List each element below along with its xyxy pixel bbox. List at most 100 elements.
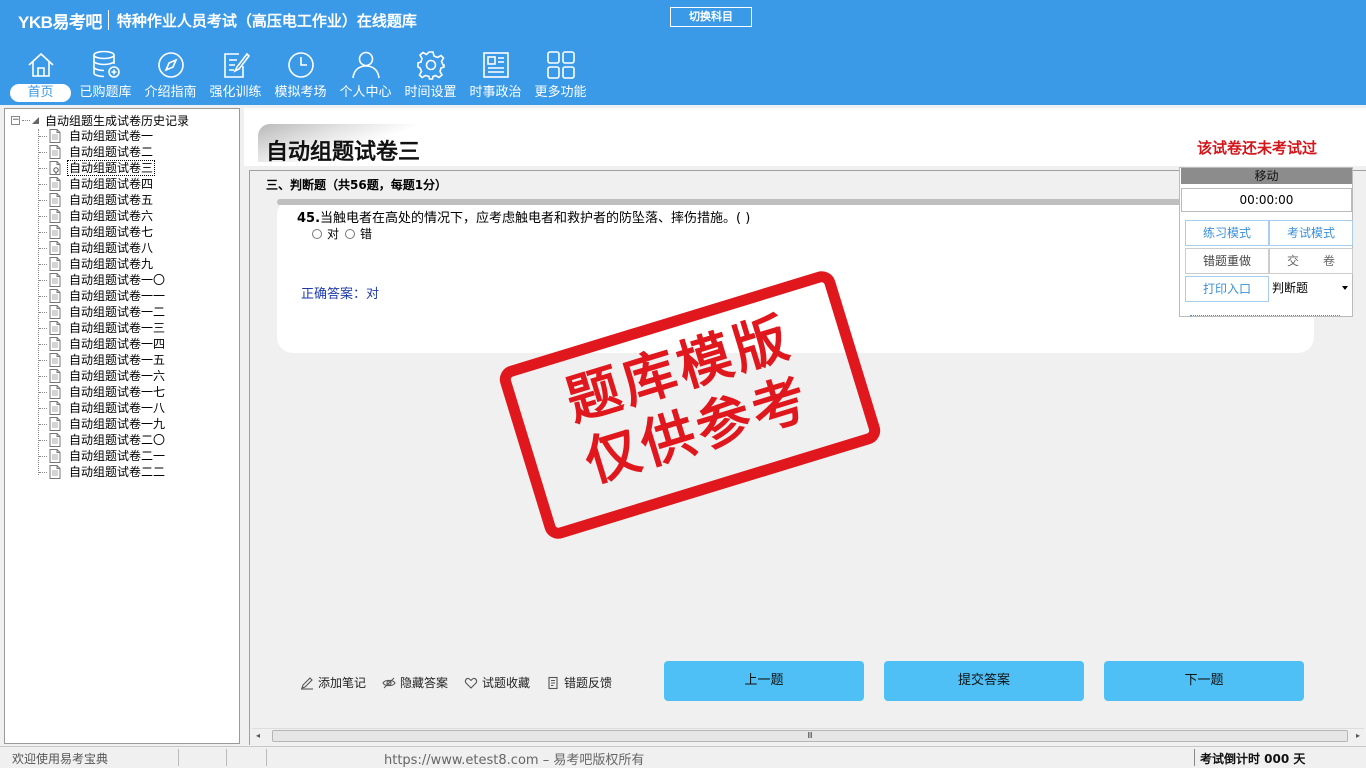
tree-connector xyxy=(39,183,47,185)
prev-question-button[interactable]: 上一题 xyxy=(664,661,864,701)
nav-time-settings-label: 时间设置 xyxy=(404,85,457,100)
tree-item[interactable]: 自动组题试卷八 xyxy=(39,240,167,256)
correct-answer: 正确答案：对 xyxy=(301,287,380,302)
clock-icon xyxy=(284,48,318,82)
document-icon xyxy=(49,241,61,255)
document-icon xyxy=(49,145,61,159)
tree-item[interactable]: 自动组题试卷一八 xyxy=(39,400,167,416)
submit-paper-button[interactable]: 交 卷 xyxy=(1269,248,1353,274)
tree-item[interactable]: 自动组题试卷一五 xyxy=(39,352,167,368)
answer-options: 对 错 xyxy=(312,225,378,242)
nav-personal-label: 个人中心 xyxy=(339,85,392,100)
question-number: 45. xyxy=(297,211,321,226)
question-card-bar xyxy=(277,199,1180,205)
tree-item[interactable]: 自动组题试卷一四 xyxy=(39,336,167,352)
tree-item-label: 自动组题试卷二 xyxy=(69,145,154,159)
question-type-select[interactable]: 判断题 xyxy=(1270,276,1352,302)
nav-mock-exam[interactable]: 模拟考场 xyxy=(268,48,333,104)
document-icon xyxy=(49,337,61,351)
tree-item-label: 自动组题试卷七 xyxy=(69,225,154,239)
control-panel-move-handle[interactable]: 移动 xyxy=(1181,168,1352,184)
tree-item[interactable]: 自动组题试卷六 xyxy=(39,208,167,224)
exam-mode-button[interactable]: 考试模式 xyxy=(1269,220,1353,246)
document-icon xyxy=(49,273,61,287)
gear-icon xyxy=(414,48,448,82)
question-body: 当触电者在高处的情况下，应考虑触电者和救护者的防坠落、摔伤措施。( ) xyxy=(320,211,751,226)
tree-item[interactable]: 自动组题试卷七 xyxy=(39,224,167,240)
tree-connector xyxy=(39,231,47,233)
tree-connector xyxy=(39,263,47,265)
radio-true[interactable] xyxy=(312,228,322,239)
status-divider xyxy=(226,749,227,766)
add-note-tool[interactable]: 添加笔记 xyxy=(300,674,366,691)
feedback-tool[interactable]: 错题反馈 xyxy=(546,674,612,691)
tree-connector xyxy=(39,471,47,473)
nav-guide[interactable]: 介绍指南 xyxy=(138,48,203,104)
tree-item-label: 自动组题试卷二〇 xyxy=(69,433,166,447)
tree-item[interactable]: 自动组题试卷一七 xyxy=(39,384,167,400)
option-true[interactable]: 对 xyxy=(312,225,339,242)
tree-item[interactable]: 自动组题试卷一三 xyxy=(39,320,167,336)
nav-personal[interactable]: 个人中心 xyxy=(333,48,398,104)
tree-item[interactable]: 自动组题试卷一六 xyxy=(39,368,167,384)
document-icon xyxy=(49,225,61,239)
tree-item[interactable]: 自动组题试卷一 xyxy=(39,128,167,144)
redo-wrong-button[interactable]: 错题重做 xyxy=(1185,248,1269,274)
nav-purchased[interactable]: 已购题库 xyxy=(73,48,138,104)
tree-item-label: 自动组题试卷五 xyxy=(69,193,154,207)
tree-item[interactable]: 自动组题试卷二二 xyxy=(39,464,167,480)
document-icon xyxy=(49,449,61,463)
favorite-tool[interactable]: 试题收藏 xyxy=(464,674,530,691)
tree-item[interactable]: 自动组题试卷二一 xyxy=(39,448,167,464)
favorite-label: 试题收藏 xyxy=(482,676,531,690)
tree-item[interactable]: 自动组题试卷一一 xyxy=(39,288,167,304)
nav-home[interactable]: 首页 xyxy=(8,48,73,104)
radio-false[interactable] xyxy=(345,228,356,239)
hide-answer-tool[interactable]: 隐藏答案 xyxy=(382,674,448,691)
submit-answer-button[interactable]: 提交答案 xyxy=(884,661,1084,701)
pencil-icon xyxy=(301,676,313,690)
paper-title: 自动组题试卷三 xyxy=(266,140,421,165)
next-question-button[interactable]: 下一题 xyxy=(1104,661,1304,701)
document-icon xyxy=(49,353,61,367)
print-entry-button[interactable]: 打印入口 xyxy=(1185,276,1269,302)
tree-root[interactable]: − 自动组题生成试卷历史记录 xyxy=(11,112,189,128)
report-icon xyxy=(548,676,558,689)
switch-subject-button[interactable]: 切换科目 xyxy=(670,7,752,27)
tree-item[interactable]: 自动组题试卷二 xyxy=(39,144,167,160)
brand: YKB易考吧 特种作业人员考试（高压电工作业）在线题库 xyxy=(18,8,417,32)
nav-more[interactable]: 更多功能 xyxy=(528,48,593,104)
collapse-icon[interactable]: − xyxy=(11,115,20,125)
tree-connector xyxy=(39,199,47,201)
tree-item-label: 自动组题试卷一七 xyxy=(69,385,166,399)
nav-training[interactable]: 强化训练 xyxy=(203,48,268,104)
folder-open-icon xyxy=(32,116,39,124)
option-false[interactable]: 错 xyxy=(345,225,372,242)
document-icon xyxy=(49,129,61,143)
scroll-thumb[interactable]: Ⅲ xyxy=(272,730,1348,742)
tree-item-label: 自动组题试卷一二 xyxy=(69,305,166,319)
home-icon xyxy=(24,48,58,82)
tree-item[interactable]: 自动组题试卷一九 xyxy=(39,416,167,432)
scroll-right-icon[interactable]: ▸ xyxy=(1356,731,1360,740)
nav-news[interactable]: 时事政治 xyxy=(463,48,528,104)
scroll-left-icon[interactable]: ◂ xyxy=(256,731,260,740)
tree-item[interactable]: 自动组题试卷九 xyxy=(39,256,167,272)
tree-item[interactable]: 自动组题试卷三 xyxy=(39,160,167,176)
nav-time-settings[interactable]: 时间设置 xyxy=(398,48,463,104)
tree-item-label: 自动组题试卷一九 xyxy=(69,417,166,431)
tree-item[interactable]: 自动组题试卷一〇 xyxy=(39,272,167,288)
tree-item[interactable]: 自动组题试卷四 xyxy=(39,176,167,192)
tree-item[interactable]: 自动组题试卷二〇 xyxy=(39,432,167,448)
tree-item[interactable]: 自动组题试卷五 xyxy=(39,192,167,208)
tree-item[interactable]: 自动组题试卷一二 xyxy=(39,304,167,320)
paper-history-tree[interactable]: − 自动组题生成试卷历史记录 自动组题试卷一 自动组题试卷二 自动组题试卷三 自动组题… xyxy=(4,108,240,744)
status-divider xyxy=(1194,749,1195,766)
horizontal-scrollbar[interactable]: ◂ Ⅲ ▸ xyxy=(252,728,1364,742)
tree-item-label: 自动组题试卷一〇 xyxy=(69,273,166,287)
grid-icon xyxy=(544,48,578,82)
tree-item-label: 自动组题试卷二二 xyxy=(69,465,166,479)
tree-connector xyxy=(39,151,47,153)
practice-mode-button[interactable]: 练习模式 xyxy=(1185,220,1269,246)
question-tools: 添加笔记 隐藏答案 试题收藏 错题反馈 xyxy=(300,674,628,691)
